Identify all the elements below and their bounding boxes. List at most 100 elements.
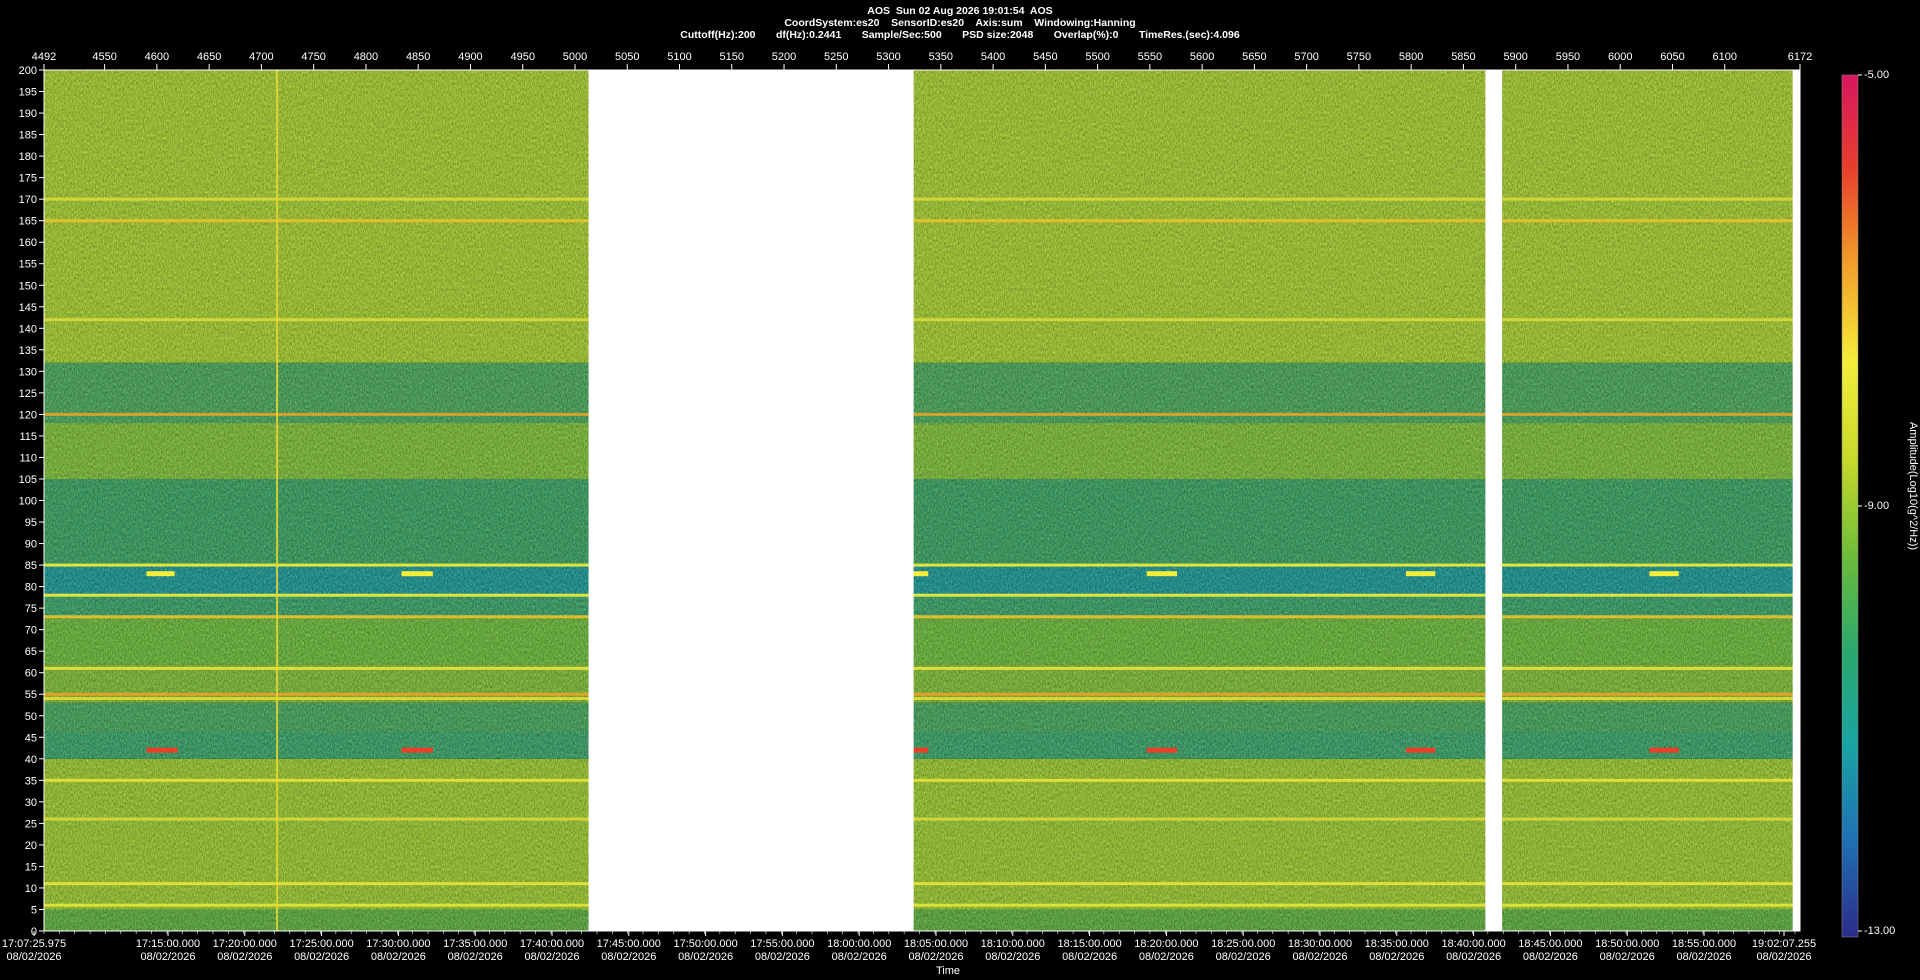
top-tick-label: 4900 (458, 51, 482, 63)
bottom-tick-time: 18:30:00.000 (1288, 938, 1352, 950)
spike-line (276, 70, 279, 931)
bottom-tick-date: 08/02/2026 (1062, 951, 1117, 963)
top-tick-label: 5750 (1347, 51, 1371, 63)
marker-2 (913, 571, 929, 577)
bottom-tick-date: 08/02/2026 (1369, 951, 1424, 963)
top-tick-label: 5700 (1294, 51, 1318, 63)
bottom-tick-time: 17:35:00.000 (443, 938, 507, 950)
y-tick-label: 45 (25, 732, 37, 744)
harmonic-line-142hz (44, 318, 1800, 322)
bottom-tick-time: 17:15:00.000 (136, 938, 200, 950)
colorbar-tick-label: -5.00 (1864, 69, 1889, 81)
y-tick-label: 90 (25, 539, 37, 551)
bottom-tick-time: 17:30:00.000 (366, 938, 430, 950)
bottom-tick-date: 08/02/2026 (371, 951, 426, 963)
y-tick-label: 150 (19, 280, 37, 292)
bottom-tick-date: 08/02/2026 (678, 951, 733, 963)
bottom-tick-time: 18:15:00.000 (1057, 938, 1121, 950)
x-axis-label: Time (936, 965, 960, 977)
y-tick-label: 85 (25, 560, 37, 572)
y-tick-label: 15 (25, 861, 37, 873)
bottom-tick-time: 17:50:00.000 (673, 938, 737, 950)
top-tick-label: 5200 (772, 51, 796, 63)
bottom-tick-time: 18:10:00.000 (981, 938, 1045, 950)
y-tick-label: 80 (25, 582, 37, 594)
bottom-tick-date: 08/02/2026 (1216, 951, 1271, 963)
y-tick-label: 75 (25, 603, 37, 615)
y-tick-label: 185 (19, 130, 37, 142)
y-tick-label: 160 (19, 237, 37, 249)
bottom-tick-time: 17:07:25.975 (2, 938, 66, 950)
spectrogram-figure: AOS Sun 02 Aug 2026 19:01:54 AOS CoordSy… (0, 0, 1920, 980)
bottom-tick-date: 08/02/2026 (140, 951, 195, 963)
harmonic-line-85hz (44, 563, 1800, 567)
top-tick-label: 5050 (615, 51, 639, 63)
bottom-tick-time: 18:20:00.000 (1134, 938, 1198, 950)
top-tick-label: 5450 (1033, 51, 1057, 63)
bottom-tick-time: 18:25:00.000 (1211, 938, 1275, 950)
bottom-tick-date: 08/02/2026 (1139, 951, 1194, 963)
y-tick-label: 190 (19, 108, 37, 120)
top-tick-label: 5100 (667, 51, 691, 63)
y-tick-label: 10 (25, 883, 37, 895)
bottom-tick-date: 08/02/2026 (601, 951, 656, 963)
bottom-tick-time: 17:40:00.000 (520, 938, 584, 950)
top-tick-label: 6000 (1608, 51, 1632, 63)
harmonic-line-73hz (44, 615, 1800, 619)
top-tick-label: 5850 (1451, 51, 1475, 63)
data-gap-0 (588, 70, 914, 931)
y-tick-label: 100 (19, 496, 37, 508)
colorbar: -5.00 -9.00 -13.00 Amplitude(Log10(g^2/Hz)) (1841, 69, 1919, 938)
harmonic-line-165hz (44, 219, 1800, 223)
y-tick-label: 180 (19, 151, 37, 163)
bottom-tick-date: 08/02/2026 (1292, 951, 1347, 963)
y-tick-label: 195 (19, 87, 37, 99)
y-tick-label: 65 (25, 646, 37, 658)
top-tick-label: 5250 (824, 51, 848, 63)
top-tick-label: 5600 (1190, 51, 1214, 63)
y-tick-label: 140 (19, 323, 37, 335)
top-tick-label: 5900 (1503, 51, 1527, 63)
y-tick-label: 30 (25, 797, 37, 809)
top-tick-label: 5650 (1242, 51, 1266, 63)
y-tick-label: 175 (19, 173, 37, 185)
bottom-tick-date: 08/02/2026 (1446, 951, 1501, 963)
top-tick-label: 6100 (1713, 51, 1737, 63)
colorbar-tick-label: -13.00 (1864, 925, 1895, 937)
y-tick-label: 25 (25, 818, 37, 830)
data-gap-1 (1485, 70, 1503, 931)
bottom-tick-date: 08/02/2026 (1600, 951, 1655, 963)
y-tick-label: 120 (19, 409, 37, 421)
bottom-tick-time: 18:00:00.000 (827, 938, 891, 950)
colorbar-tick-label: -9.00 (1864, 500, 1889, 512)
top-tick-label: 5400 (981, 51, 1005, 63)
bottom-tick-date: 08/02/2026 (6, 951, 61, 963)
harmonic-line-35hz (44, 778, 1800, 782)
marker-3 (1146, 571, 1178, 577)
bottom-tick-date: 08/02/2026 (217, 951, 272, 963)
top-tick-label: 4600 (145, 51, 169, 63)
colorbar-title: Amplitude(Log10(g^2/Hz)) (1907, 422, 1919, 550)
y-tick-label: 20 (25, 840, 37, 852)
top-tick-label: 4950 (510, 51, 534, 63)
marker-10 (1405, 747, 1436, 753)
spectrogram-plot[interactable]: 4492 4550 4600 4650 4700 4750 4800 4850 4900 4950… (0, 0, 1920, 980)
y-tick-label: 130 (19, 366, 37, 378)
harmonic-line-11hz (44, 882, 1800, 886)
bottom-tick-date: 08/02/2026 (1676, 951, 1731, 963)
heatmap-area (44, 70, 1800, 931)
y-tick-label: 170 (19, 194, 37, 206)
top-tick-label: 5350 (929, 51, 953, 63)
harmonic-line-6hz (44, 903, 1800, 907)
y-tick-label: 70 (25, 625, 37, 637)
data-gap-2 (1792, 70, 1800, 931)
y-tick-label: 60 (25, 668, 37, 680)
marker-6 (146, 747, 178, 753)
y-tick-label: 110 (19, 452, 37, 464)
bottom-tick-time: 18:50:00.000 (1595, 938, 1659, 950)
top-tick-label: 5800 (1399, 51, 1423, 63)
bottom-tick-time: 18:05:00.000 (904, 938, 968, 950)
y-tick-label: 105 (19, 474, 37, 486)
harmonic-line-26hz (44, 817, 1800, 821)
bottom-tick-date: 08/02/2026 (985, 951, 1040, 963)
